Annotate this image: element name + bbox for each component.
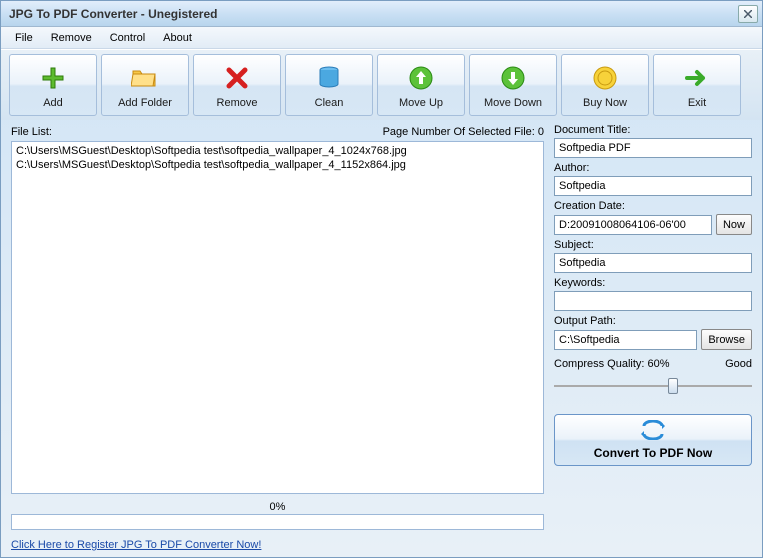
right-pane: Document Title: Author: Creation Date: N… [554, 124, 752, 530]
now-button[interactable]: Now [716, 214, 752, 235]
doc-title-input[interactable] [554, 138, 752, 158]
doc-title-label: Document Title: [554, 124, 752, 136]
titlebar: JPG To PDF Converter - Unegistered [1, 1, 762, 27]
keywords-input[interactable] [554, 291, 752, 311]
filelist-label: File List: [11, 126, 52, 138]
menu-remove[interactable]: Remove [43, 30, 100, 46]
page-number-label: Page Number Of Selected File: 0 [383, 126, 544, 138]
register-link[interactable]: Click Here to Register JPG To PDF Conver… [11, 539, 261, 551]
move-up-label: Move Up [399, 97, 443, 109]
creation-date-label: Creation Date: [554, 200, 752, 212]
close-icon [744, 10, 752, 18]
menu-control[interactable]: Control [102, 30, 153, 46]
remove-button[interactable]: Remove [193, 54, 281, 116]
convert-icon [641, 420, 665, 443]
trash-icon [313, 62, 345, 94]
footer: Click Here to Register JPG To PDF Conver… [1, 536, 762, 557]
clean-button[interactable]: Clean [285, 54, 373, 116]
buy-now-label: Buy Now [583, 97, 627, 109]
exit-button[interactable]: Exit [653, 54, 741, 116]
keywords-label: Keywords: [554, 277, 752, 289]
file-list[interactable]: C:\Users\MSGuest\Desktop\Softpedia test\… [11, 141, 544, 494]
convert-button[interactable]: Convert To PDF Now [554, 414, 752, 466]
arrow-up-icon [405, 62, 437, 94]
browse-button[interactable]: Browse [701, 329, 752, 350]
output-path-input[interactable] [554, 330, 697, 350]
exit-icon [681, 62, 713, 94]
quality-row: Compress Quality: 60% Good [554, 358, 752, 370]
left-pane: File List: Page Number Of Selected File:… [11, 124, 544, 530]
folder-icon [129, 62, 161, 94]
remove-icon [221, 62, 253, 94]
app-window: JPG To PDF Converter - Unegistered File … [0, 0, 763, 558]
plus-icon [37, 62, 69, 94]
quality-slider[interactable] [554, 374, 752, 396]
slider-track [554, 385, 752, 387]
compress-quality-label: Compress Quality: 60% [554, 358, 670, 370]
slider-thumb[interactable] [668, 378, 678, 394]
coin-icon [589, 62, 621, 94]
add-folder-label: Add Folder [118, 97, 172, 109]
output-path-label: Output Path: [554, 315, 752, 327]
arrow-down-icon [497, 62, 529, 94]
main-area: File List: Page Number Of Selected File:… [1, 120, 762, 536]
subject-label: Subject: [554, 239, 752, 251]
buy-now-button[interactable]: Buy Now [561, 54, 649, 116]
author-input[interactable] [554, 176, 752, 196]
remove-label: Remove [217, 97, 258, 109]
add-folder-button[interactable]: Add Folder [101, 54, 189, 116]
convert-label: Convert To PDF Now [594, 446, 712, 460]
filelist-header: File List: Page Number Of Selected File:… [11, 124, 544, 141]
progress-label: 0% [11, 500, 544, 514]
window-title: JPG To PDF Converter - Unegistered [9, 7, 738, 21]
progress-bar [11, 514, 544, 530]
menu-file[interactable]: File [7, 30, 41, 46]
list-item[interactable]: C:\Users\MSGuest\Desktop\Softpedia test\… [16, 144, 539, 158]
add-button[interactable]: Add [9, 54, 97, 116]
menubar: File Remove Control About [1, 27, 762, 49]
menu-about[interactable]: About [155, 30, 200, 46]
close-button[interactable] [738, 5, 758, 23]
list-item[interactable]: C:\Users\MSGuest\Desktop\Softpedia test\… [16, 158, 539, 172]
clean-label: Clean [315, 97, 344, 109]
compress-quality-rating: Good [725, 358, 752, 370]
author-label: Author: [554, 162, 752, 174]
exit-label: Exit [688, 97, 706, 109]
add-label: Add [43, 97, 63, 109]
toolbar: Add Add Folder Remove Clean Move Up [1, 49, 762, 120]
progress-area: 0% [11, 500, 544, 530]
creation-date-input[interactable] [554, 215, 712, 235]
move-up-button[interactable]: Move Up [377, 54, 465, 116]
move-down-button[interactable]: Move Down [469, 54, 557, 116]
move-down-label: Move Down [484, 97, 542, 109]
subject-input[interactable] [554, 253, 752, 273]
